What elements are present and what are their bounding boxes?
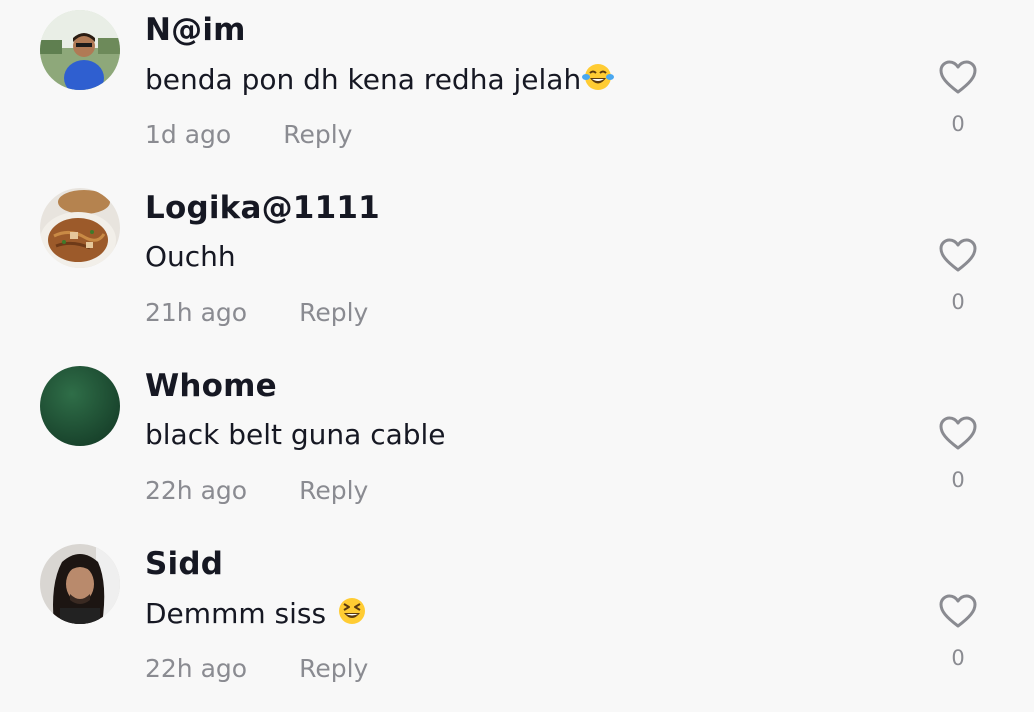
- comment-meta: 22h ago Reply: [145, 654, 368, 683]
- avatar[interactable]: [40, 10, 120, 90]
- timestamp: 1d ago: [145, 120, 232, 149]
- comment-meta: 22h ago Reply: [145, 476, 368, 505]
- comment-text: Ouchh: [145, 240, 236, 273]
- comment-text: Demmm siss: [145, 596, 368, 633]
- avatar[interactable]: [40, 188, 120, 268]
- like-count: 0: [951, 112, 965, 136]
- comment-text: benda pon dh kena redha jelah: [145, 62, 615, 99]
- comment-text: black belt guna cable: [145, 418, 446, 451]
- comment-item: Whome black belt guna cable 22h ago Reply…: [0, 356, 1034, 534]
- username[interactable]: Whome: [145, 368, 277, 404]
- like-count: 0: [951, 646, 965, 670]
- username[interactable]: N@im: [145, 12, 246, 48]
- like-count: 0: [951, 290, 965, 314]
- timestamp: 22h ago: [145, 476, 248, 505]
- reply-button[interactable]: Reply: [299, 476, 368, 505]
- comment-item: Logika@1111 Ouchh 21h ago Reply 0: [0, 178, 1034, 356]
- comment-item: N@im benda pon dh kena redha jelah 1d ag…: [0, 0, 1034, 178]
- heart-icon[interactable]: [938, 236, 978, 276]
- laughing-tears-emoji-icon: [582, 62, 615, 99]
- reply-button[interactable]: Reply: [299, 654, 368, 683]
- username[interactable]: Logika@1111: [145, 190, 380, 226]
- squinting-grin-emoji-icon: [336, 596, 368, 633]
- comment-meta: 21h ago Reply: [145, 298, 368, 327]
- timestamp: 21h ago: [145, 298, 248, 327]
- username[interactable]: Sidd: [145, 546, 223, 582]
- heart-icon[interactable]: [938, 592, 978, 632]
- like-count: 0: [951, 468, 965, 492]
- heart-icon[interactable]: [938, 58, 978, 98]
- comment-item: Sidd Demmm siss 22h ago Reply 0: [0, 534, 1034, 712]
- avatar[interactable]: [40, 544, 120, 624]
- timestamp: 22h ago: [145, 654, 248, 683]
- comment-meta: 1d ago Reply: [145, 120, 352, 149]
- avatar[interactable]: [40, 366, 120, 446]
- reply-button[interactable]: Reply: [283, 120, 352, 149]
- heart-icon[interactable]: [938, 414, 978, 454]
- reply-button[interactable]: Reply: [299, 298, 368, 327]
